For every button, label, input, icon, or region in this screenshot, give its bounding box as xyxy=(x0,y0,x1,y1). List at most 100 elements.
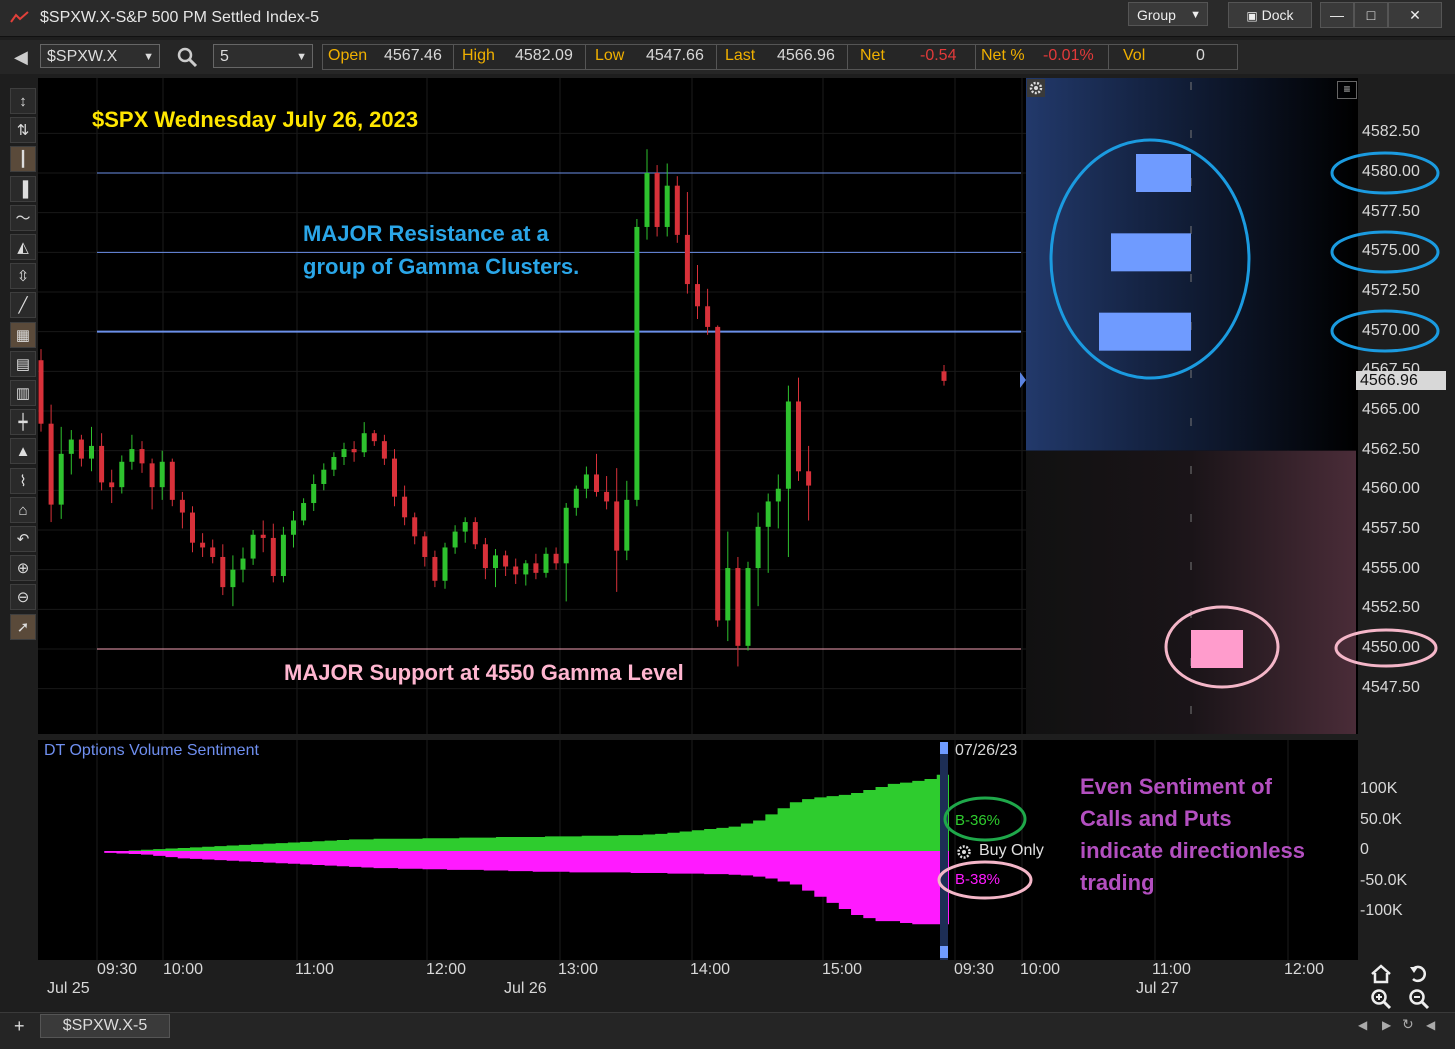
candle-body xyxy=(381,441,387,459)
sentiment-note-line4: trading xyxy=(1080,870,1155,895)
price-tick-label: 4560.00 xyxy=(1362,480,1420,498)
status-bar xyxy=(0,1012,1455,1049)
candle-body xyxy=(553,553,559,564)
candle-body xyxy=(533,563,539,573)
price-tick-label: 4575.00 xyxy=(1362,242,1420,260)
price-tick-label: 4565.00 xyxy=(1362,401,1420,418)
candle-body xyxy=(614,501,620,551)
price-tick-label: 4570.00 xyxy=(1362,321,1420,339)
candle-body xyxy=(220,556,226,588)
time-tick-label: 11:00 xyxy=(1152,961,1191,978)
scroll-right-icon[interactable]: ▶ xyxy=(1382,1018,1391,1032)
candle-body xyxy=(604,491,610,502)
refresh-icon[interactable]: ↻ xyxy=(1402,1016,1414,1033)
candle-body xyxy=(715,326,721,621)
gear-icon[interactable] xyxy=(955,843,973,861)
put-pct-label: B-38% xyxy=(955,871,1001,888)
candle-body xyxy=(392,458,397,497)
chart-title: $SPX Wednesday July 26, 2023 xyxy=(92,107,419,132)
candle-body xyxy=(270,537,276,577)
candle-body xyxy=(402,496,408,518)
candle-body xyxy=(48,423,54,505)
time-cursor-handle xyxy=(940,742,948,754)
price-tick-label: 4552.50 xyxy=(1362,599,1420,617)
candle-body xyxy=(503,555,509,567)
candle-body xyxy=(99,445,105,483)
price-tick-label: 4562.50 xyxy=(1362,440,1420,458)
candle-body xyxy=(442,547,448,581)
time-tick-label: 10:00 xyxy=(1020,961,1061,978)
candle-body xyxy=(523,563,529,575)
candle-body xyxy=(583,474,589,489)
candle-body xyxy=(159,461,165,488)
candle-body xyxy=(341,449,347,458)
candle-body xyxy=(58,453,64,505)
candle-body xyxy=(785,401,791,489)
tab-chart[interactable]: $SPXW.X-5 xyxy=(40,1014,170,1038)
panel-menu-icon[interactable]: ≡ xyxy=(1337,81,1357,99)
add-tab-button[interactable]: + xyxy=(14,1016,25,1037)
candle-body xyxy=(260,534,266,538)
scroll-left-icon[interactable]: ◀ xyxy=(1358,1018,1367,1032)
time-cursor-handle xyxy=(940,946,948,958)
candle-body xyxy=(664,185,670,227)
sentiment-tick-label: 0 xyxy=(1360,841,1369,858)
resistance-note-line1: MAJOR Resistance at a xyxy=(303,221,549,246)
candle-body xyxy=(200,542,206,548)
candle-body xyxy=(361,433,367,453)
zoom-out-icon[interactable] xyxy=(1408,988,1430,1010)
sentiment-tick-label: -100K xyxy=(1360,902,1403,919)
price-tick-label: 4547.50 xyxy=(1362,678,1420,696)
last-price-marker xyxy=(1020,372,1026,388)
candle-body xyxy=(493,555,498,569)
candle-body xyxy=(725,568,731,621)
sentiment-note-line3: indicate directionless xyxy=(1080,838,1305,863)
time-tick-label: 15:00 xyxy=(822,961,863,978)
gamma-down-region xyxy=(1026,450,1356,734)
time-tick-label: 12:00 xyxy=(426,961,467,978)
candle-body xyxy=(705,306,711,327)
time-tick-label: 14:00 xyxy=(690,961,731,978)
candle-body xyxy=(169,461,175,500)
buy-only-label[interactable]: Buy Only xyxy=(979,842,1044,860)
gamma-bar xyxy=(1191,630,1243,668)
candle-body xyxy=(745,568,751,646)
candle-body xyxy=(543,553,549,573)
candle-body xyxy=(735,568,741,646)
zoom-in-icon[interactable] xyxy=(1370,988,1392,1010)
price-tick-label: 4572.50 xyxy=(1362,282,1420,299)
undo-icon[interactable] xyxy=(1408,964,1430,984)
candle-body xyxy=(240,558,246,570)
price-tick-label: 4580.00 xyxy=(1362,163,1420,180)
candle-body xyxy=(190,512,195,543)
candle-body xyxy=(674,185,680,235)
candle-body xyxy=(371,433,377,442)
candle-body xyxy=(624,499,630,551)
date-label: Jul 25 xyxy=(47,980,90,997)
candle-body xyxy=(321,469,327,484)
candle-body xyxy=(472,522,478,545)
time-cursor-bar xyxy=(940,742,948,960)
candle-body xyxy=(210,547,216,557)
call-pct-label: B-36% xyxy=(955,812,1001,829)
candle-body xyxy=(38,360,44,424)
home-icon[interactable] xyxy=(1370,964,1392,984)
candle-body xyxy=(179,499,185,513)
candle-body xyxy=(482,544,488,569)
candle-body xyxy=(301,503,307,521)
candle-body xyxy=(78,439,84,459)
candle-body xyxy=(634,226,640,500)
candle-body xyxy=(775,488,781,502)
candle-body xyxy=(351,449,357,453)
sentiment-tick-label: 50.0K xyxy=(1360,810,1402,828)
time-tick-label: 13:00 xyxy=(558,961,599,978)
collapse-icon[interactable]: ◀ xyxy=(1426,1018,1435,1032)
resistance-note-line2: group of Gamma Clusters. xyxy=(303,254,580,279)
support-note: MAJOR Support at 4550 Gamma Level xyxy=(284,660,684,685)
gear-icon[interactable] xyxy=(1027,79,1045,97)
price-tick-label: 4557.50 xyxy=(1362,520,1420,537)
candle-body xyxy=(119,461,125,488)
price-tick-label: 4577.50 xyxy=(1362,202,1420,220)
indicator-name: DT Options Volume Sentiment xyxy=(44,742,259,759)
candle-body xyxy=(513,566,519,575)
